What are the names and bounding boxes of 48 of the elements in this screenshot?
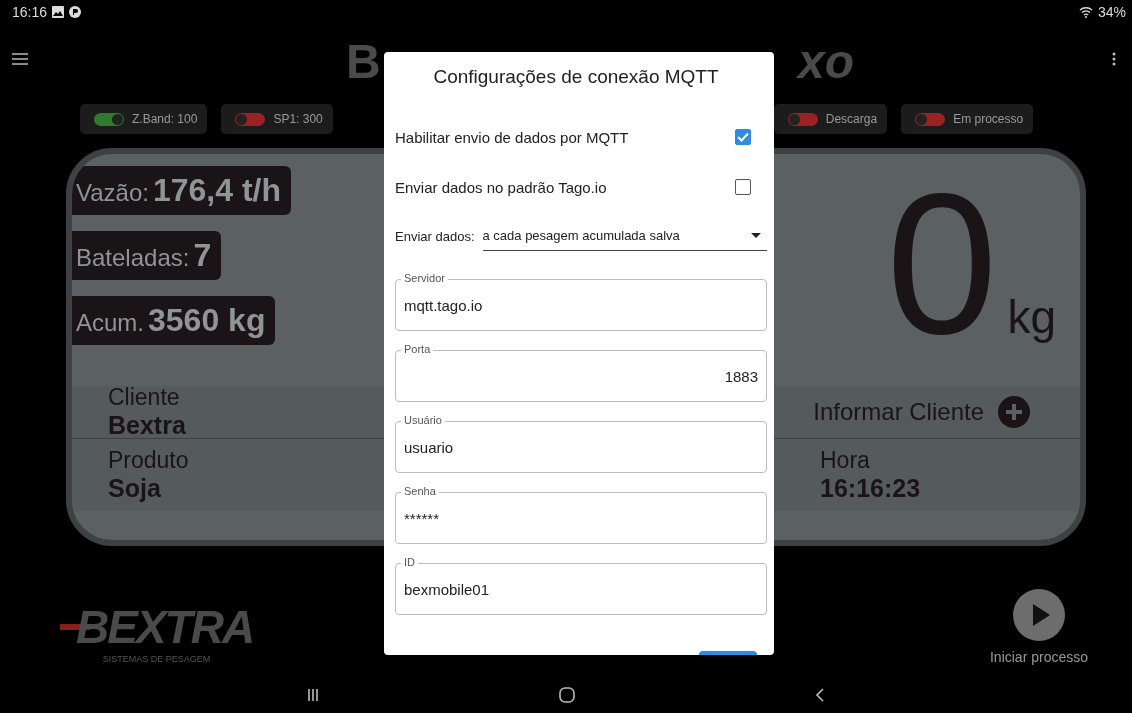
client-label: Cliente (108, 384, 181, 411)
checkbox[interactable] (735, 129, 751, 145)
checkbox[interactable] (735, 179, 751, 195)
recent-apps-icon[interactable] (307, 688, 319, 702)
dropdown-caret-icon (751, 233, 761, 238)
stat-label: Acum. (76, 309, 144, 337)
weight-value: 0 (886, 164, 998, 364)
checkbox-label: Enviar dados no padrão Tago.io (395, 178, 607, 196)
dialog-title: Configurações de conexão MQTT (432, 65, 720, 89)
time-label: Hora (820, 447, 871, 474)
chip-label: Z.Band: 100 (132, 112, 198, 126)
battery-percent: 34% (1097, 4, 1126, 20)
image-icon (52, 6, 65, 18)
wifi-icon (1078, 6, 1093, 18)
send-mode-dropdown[interactable]: a cada pesagem acumulada salva (482, 221, 767, 251)
time-value: 16:16:23 (820, 474, 922, 503)
product-value: Soja (108, 474, 162, 503)
checkbox-label: Habilitar envio de dados por MQTT (395, 128, 629, 146)
input-field[interactable]: Servidor mqtt.tago.io (395, 271, 767, 331)
input-field[interactable]: ID bexmobile01 (395, 555, 767, 615)
home-icon[interactable] (559, 687, 575, 703)
app-title-fragment: xo (798, 34, 854, 89)
logo-text: BEXTRA (76, 599, 254, 654)
client-value: Bextra (108, 411, 186, 440)
more-options-icon[interactable] (1112, 52, 1116, 66)
chip-label: Em processo (953, 112, 1024, 126)
stat-label: Vazão: (76, 179, 149, 207)
start-process-label: Iniciar processo (989, 648, 1088, 665)
app-title-fragment: B (346, 34, 381, 89)
status-time: 16:16 (12, 4, 48, 20)
stat-value: 176,4 t/h (152, 172, 281, 209)
logo-tagline: SISTEMAS DE PESAGEM (102, 653, 211, 664)
input-field[interactable]: Usuário usuario (395, 413, 767, 473)
weight-unit: kg (1007, 290, 1056, 344)
chip-label: Descarga (825, 112, 878, 126)
chip-label: SP1: 300 (273, 112, 323, 126)
stat-value: 7 (193, 237, 212, 274)
product-label: Produto (108, 447, 189, 474)
stat-value: 3560 kg (148, 302, 266, 339)
play-button[interactable] (1012, 588, 1065, 641)
select-label: Enviar dados: (395, 228, 475, 244)
menu-icon[interactable] (12, 53, 28, 65)
input-field[interactable]: Porta 1883 (395, 342, 767, 402)
stat-label: Bateladas: (76, 244, 190, 272)
input-field[interactable]: Senha ****** (395, 484, 767, 544)
app-notification-icon (69, 6, 82, 18)
add-icon (998, 396, 1030, 428)
back-icon[interactable] (815, 687, 825, 703)
